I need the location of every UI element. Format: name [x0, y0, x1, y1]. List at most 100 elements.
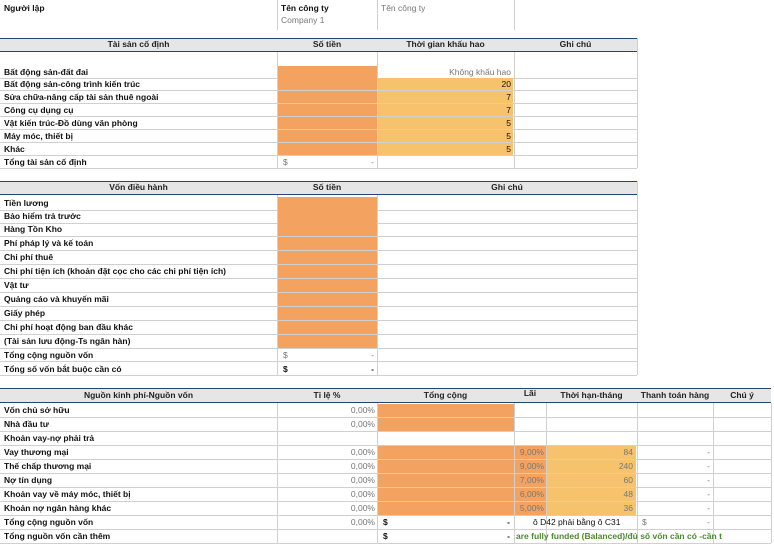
funding-total-label: Tổng cộng nguồn vốn [4, 517, 94, 527]
funding-amount-input[interactable] [378, 488, 514, 501]
monthly-payment-value: - [707, 475, 710, 485]
grid-line [0, 155, 637, 156]
fixed-asset-amount-input[interactable] [278, 104, 377, 116]
loan-term-input[interactable]: 36 [547, 502, 636, 515]
funding-status-text: are fully funded (Balanced)/đủ số vốn cầ… [516, 531, 722, 541]
funding-header-col: Chú ý [713, 388, 771, 403]
notes-header: Ghi chú [377, 181, 637, 195]
grid-line [514, 52, 515, 168]
funding-amount-input[interactable] [378, 502, 514, 515]
fixed-asset-amount-input[interactable] [278, 66, 377, 78]
interest-rate-input[interactable]: 5,00% [515, 502, 546, 515]
loan-term-input[interactable]: 48 [547, 488, 636, 501]
funding-percent-value: 0,00% [350, 447, 375, 457]
depreciation-years-input[interactable]: 7 [378, 104, 513, 116]
currency-symbol: $ [283, 364, 288, 374]
grid-line [0, 348, 637, 349]
depreciation-years-input[interactable]: 5 [378, 130, 513, 142]
funding-source-label: Thế chấp thương mại [4, 461, 92, 471]
monthly-payment-value: - [707, 489, 710, 499]
working-capital-amount-input[interactable] [278, 335, 377, 348]
working-capital-item-label: Giấy phép [4, 308, 46, 318]
amount-header: Số tiền [277, 38, 377, 52]
fixed-asset-label: Sửa chữa-nâng cấp tài sản thuê ngoài [4, 92, 159, 102]
balance-check-value: - [707, 517, 710, 527]
monthly-payment-value: - [707, 447, 710, 457]
funding-source-label: Vốn chủ sở hữu [4, 405, 70, 415]
working-capital-item-label: Bảo hiểm trả trước [4, 211, 81, 221]
funding-header-col: Thanh toán hàng [637, 388, 713, 403]
depreciation-years-input[interactable]: 7 [378, 91, 513, 103]
working-capital-item-label: (Tài sản lưu động-Ts ngân hàn) [4, 336, 131, 346]
interest-rate-input[interactable]: 9,00% [515, 446, 546, 459]
fixed-asset-amount-input[interactable] [278, 91, 377, 103]
grid-line [771, 403, 772, 543]
funding-amount-input[interactable] [378, 460, 514, 473]
working-capital-amount-input[interactable] [278, 265, 377, 278]
amount-header: Số tiền [277, 181, 377, 195]
grid-line [0, 361, 637, 362]
depreciation-years-input[interactable]: 5 [378, 143, 513, 155]
fixed-asset-label: Bất động sản-công trình kiến trúc [4, 79, 141, 89]
required-capital-value: - [371, 364, 374, 374]
fixed-asset-label: Công cụ dụng cụ [4, 105, 74, 115]
loan-term-input[interactable]: 240 [547, 460, 636, 473]
working-capital-header: Vốn điều hành [0, 181, 277, 195]
fixed-assets-total-value: - [371, 157, 374, 167]
depreciation-years-input[interactable]: Không khấu hao [378, 66, 513, 78]
needed-capital-label: Tổng nguồn vốn cần thêm [4, 531, 111, 541]
company-name-input[interactable]: Company 1 [281, 14, 324, 26]
working-capital-amount-input[interactable] [278, 321, 377, 334]
working-capital-amount-input[interactable] [278, 293, 377, 306]
working-capital-amount-input[interactable] [278, 210, 377, 223]
funding-percent-value: 0,00% [350, 503, 375, 513]
fixed-asset-label: Bất động sản-đất đai [4, 67, 89, 77]
interest-rate-input[interactable]: 6,00% [515, 488, 546, 501]
funding-header-col: Tổng cộng [377, 388, 514, 403]
funding-amount-input[interactable] [378, 446, 514, 459]
depreciation-header: Thời gian khấu hao [377, 38, 514, 52]
loan-term-input[interactable]: 60 [547, 474, 636, 487]
fixed-asset-amount-input[interactable] [278, 143, 377, 155]
currency-symbol: $ [642, 517, 647, 527]
working-capital-amount-input[interactable] [278, 279, 377, 292]
working-capital-amount-input[interactable] [278, 197, 377, 210]
depreciation-years-input[interactable]: 5 [378, 117, 513, 129]
funding-source-label: Khoản vay về máy móc, thiết bị [4, 489, 131, 499]
working-capital-item-label: Chi phí tiện ích (khoản đặt cọc cho các … [4, 266, 226, 276]
fixed-asset-amount-input[interactable] [278, 78, 377, 90]
working-capital-total-value: - [371, 350, 374, 360]
loan-term-input[interactable]: 84 [547, 446, 636, 459]
interest-rate-input[interactable]: 9,00% [515, 460, 546, 473]
required-capital-label: Tổng số vốn bắt buộc cần có [4, 364, 122, 374]
grid-line [637, 38, 638, 168]
working-capital-item-label: Chi phí hoạt động ban đầu khác [4, 322, 133, 332]
funding-percent-value: 0,00% [350, 489, 375, 499]
fixed-assets-total-label: Tổng tài sản cố định [4, 157, 87, 167]
funding-amount-input[interactable] [378, 474, 514, 487]
monthly-payment-value: - [707, 461, 710, 471]
depreciation-years-input[interactable]: 20 [378, 78, 513, 90]
funding-percent-value: 0,00% [350, 461, 375, 471]
fixed-assets-header: Tài sản cố định [0, 38, 277, 52]
working-capital-item-label: Chi phí thuê [4, 252, 54, 262]
grid-line [0, 375, 637, 376]
funding-source-label: Nhà đầu tư [4, 419, 49, 429]
working-capital-amount-input[interactable] [278, 237, 377, 250]
working-capital-amount-input[interactable] [278, 251, 377, 264]
fixed-asset-label: Máy móc, thiết bị [4, 131, 73, 141]
fixed-asset-amount-input[interactable] [278, 130, 377, 142]
working-capital-amount-input[interactable] [278, 307, 377, 320]
funding-percent-value: 0,00% [350, 419, 375, 429]
funding-amount-input[interactable] [378, 418, 514, 431]
working-capital-amount-input[interactable] [278, 223, 377, 236]
interest-rate-input[interactable]: 7,00% [515, 474, 546, 487]
funding-amount-input[interactable] [378, 404, 514, 417]
fixed-asset-amount-input[interactable] [278, 117, 377, 129]
currency-symbol: $ [283, 350, 288, 360]
funding-total-value: - [507, 517, 510, 527]
fixed-asset-label: Khác [4, 144, 25, 154]
fixed-asset-label: Vật kiến trúc-Đồ dùng văn phòng [4, 118, 138, 128]
working-capital-item-label: Phí pháp lý và kế toán [4, 238, 94, 248]
working-capital-item-label: Quảng cáo và khuyến mãi [4, 294, 109, 304]
